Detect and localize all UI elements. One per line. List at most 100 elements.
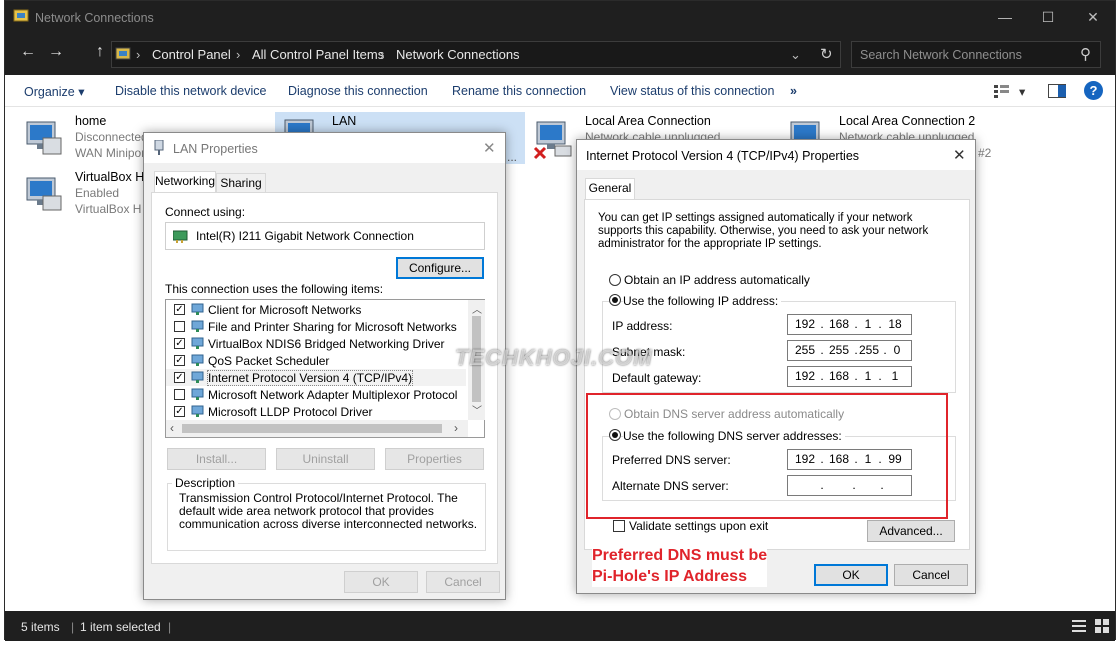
- list-item[interactable]: ✓ Client for Microsoft Networks: [166, 301, 466, 318]
- tab-general[interactable]: General: [585, 178, 635, 200]
- search-input[interactable]: Search Network Connections ⚲: [851, 41, 1101, 68]
- view-options-icon[interactable]: [994, 84, 1010, 98]
- ok-button[interactable]: OK: [814, 564, 888, 586]
- ip-address-field[interactable]: 192. 168. 1. 18: [787, 314, 912, 335]
- components-list[interactable]: ✓ Client for Microsoft Networks File and P…: [165, 299, 485, 438]
- connection-virtualbox[interactable]: VirtualBox H Enabled VirtualBox H: [23, 170, 153, 218]
- item-checkbox[interactable]: [174, 389, 185, 400]
- connection-home[interactable]: home Disconnected WAN Miniport: [23, 114, 153, 162]
- help-icon[interactable]: ?: [1084, 81, 1103, 100]
- connection-device: VirtualBox H: [75, 202, 142, 216]
- connection-name: VirtualBox H: [75, 170, 145, 184]
- preview-pane-icon[interactable]: [1048, 84, 1066, 98]
- network-component-icon: [191, 354, 205, 367]
- disable-device-button[interactable]: Disable this network device: [115, 84, 266, 98]
- ok-button[interactable]: OK: [344, 571, 418, 593]
- network-component-icon: [191, 337, 205, 350]
- uninstall-button[interactable]: Uninstall: [276, 448, 375, 470]
- network-adapter-icon: [153, 139, 165, 156]
- list-item[interactable]: Microsoft Network Adapter Multiplexor Pr…: [166, 386, 466, 403]
- breadcrumb-separator: ›: [136, 47, 141, 62]
- view-status-button[interactable]: View status of this connection: [610, 84, 774, 98]
- minimize-button[interactable]: —: [995, 9, 1015, 25]
- status-bar: 5 items | 1 item selected |: [5, 611, 1115, 641]
- view-options-dropdown[interactable]: ▾: [1019, 84, 1025, 99]
- validate-label: Validate settings upon exit: [629, 519, 769, 533]
- address-bar[interactable]: › Control Panel › All Control Panel Item…: [111, 41, 841, 68]
- refresh-icon[interactable]: ↻: [820, 45, 833, 63]
- list-item[interactable]: ✓ VirtualBox NDIS6 Bridged Networking Dri…: [166, 335, 466, 352]
- configure-button[interactable]: Configure...: [396, 257, 484, 279]
- item-label: VirtualBox NDIS6 Bridged Networking Driv…: [208, 337, 445, 351]
- network-component-icon: [191, 320, 205, 333]
- ip-address-label: IP address:: [612, 319, 673, 333]
- obtain-ip-radio[interactable]: [609, 274, 621, 286]
- close-icon[interactable]: ✕: [483, 139, 496, 157]
- maximize-button[interactable]: ☐: [1038, 9, 1058, 26]
- network-adapter-icon: [533, 118, 573, 160]
- item-label: File and Printer Sharing for Microsoft N…: [208, 320, 457, 334]
- rename-button[interactable]: Rename this connection: [452, 84, 586, 98]
- default-gateway-field[interactable]: 192. 168. 1. 1: [787, 366, 912, 387]
- connection-status: Disconnected: [75, 130, 148, 144]
- network-adapter-icon: [23, 118, 63, 155]
- close-button[interactable]: ✕: [1083, 9, 1103, 26]
- breadcrumb-control-panel[interactable]: Control Panel: [152, 47, 231, 62]
- close-icon[interactable]: ✕: [953, 146, 966, 164]
- list-item[interactable]: ✓ Microsoft LLDP Protocol Driver: [166, 403, 466, 420]
- up-button[interactable]: ↑: [89, 43, 111, 61]
- item-label: Internet Protocol Version 4 (TCP/IPv4): [206, 370, 414, 386]
- item-checkbox[interactable]: ✓: [174, 372, 185, 383]
- validate-checkbox[interactable]: [613, 520, 625, 532]
- forward-button[interactable]: →: [45, 43, 67, 61]
- tab-networking[interactable]: Networking: [154, 171, 216, 193]
- breadcrumb-all-items[interactable]: All Control Panel Items: [252, 47, 384, 62]
- network-card-icon: [172, 229, 188, 243]
- dialog-title-bar: Internet Protocol Version 4 (TCP/IPv4) P…: [577, 140, 975, 170]
- network-component-icon: [191, 371, 205, 384]
- network-folder-icon: [13, 9, 29, 23]
- network-component-icon: [191, 303, 205, 316]
- more-commands-button[interactable]: »: [790, 84, 797, 98]
- connection-device: #2: [978, 146, 992, 160]
- dialog-title: Internet Protocol Version 4 (TCP/IPv4) P…: [586, 149, 860, 163]
- item-checkbox[interactable]: ✓: [174, 355, 185, 366]
- item-checkbox[interactable]: [174, 321, 185, 332]
- list-item[interactable]: File and Printer Sharing for Microsoft N…: [166, 318, 466, 335]
- diagnose-button[interactable]: Diagnose this connection: [288, 84, 428, 98]
- properties-button[interactable]: Properties: [385, 448, 484, 470]
- selection-count: 1 item selected: [80, 620, 161, 634]
- horizontal-scrollbar[interactable]: ‹ ›: [166, 420, 468, 437]
- item-label: Microsoft LLDP Protocol Driver: [208, 405, 373, 419]
- annotation-text: Preferred DNS must be Pi-Hole's IP Addre…: [592, 545, 768, 587]
- large-icons-view-icon[interactable]: [1095, 619, 1109, 633]
- network-component-icon: [191, 405, 205, 418]
- description-label: Description: [172, 476, 239, 490]
- item-count: 5 items: [21, 620, 60, 634]
- cancel-button[interactable]: Cancel: [426, 571, 500, 593]
- search-placeholder: Search Network Connections: [860, 48, 1022, 62]
- network-component-icon: [191, 388, 205, 401]
- list-item[interactable]: ✓ Internet Protocol Version 4 (TCP/IPv4): [166, 369, 466, 386]
- connection-name: Local Area Connection 2: [839, 114, 976, 128]
- tab-sharing[interactable]: Sharing: [216, 173, 266, 193]
- item-checkbox[interactable]: ✓: [174, 304, 185, 315]
- connection-device: WAN Miniport: [75, 146, 149, 160]
- general-panel: You can get IP settings assigned automat…: [584, 199, 970, 550]
- organize-button[interactable]: Organize ▾: [24, 84, 84, 99]
- item-checkbox[interactable]: ✓: [174, 338, 185, 349]
- advanced-button[interactable]: Advanced...: [867, 520, 955, 542]
- cancel-button[interactable]: Cancel: [894, 564, 968, 586]
- install-button[interactable]: Install...: [167, 448, 266, 470]
- list-item[interactable]: ✓ QoS Packet Scheduler: [166, 352, 466, 369]
- details-view-icon[interactable]: [1072, 620, 1086, 632]
- address-bar-row: ← → ↑ › Control Panel › All Control Pane…: [5, 35, 1115, 75]
- use-ip-label: Use the following IP address:: [623, 294, 782, 308]
- back-button[interactable]: ←: [17, 43, 39, 61]
- window-title: Network Connections: [35, 11, 154, 25]
- chevron-down-icon[interactable]: ⌄: [790, 47, 801, 63]
- use-ip-radio[interactable]: [609, 294, 621, 306]
- item-checkbox[interactable]: ✓: [174, 406, 185, 417]
- breadcrumb-network-connections[interactable]: Network Connections: [396, 47, 520, 62]
- subnet-mask-field[interactable]: 255. 255. 255. 0: [787, 340, 912, 361]
